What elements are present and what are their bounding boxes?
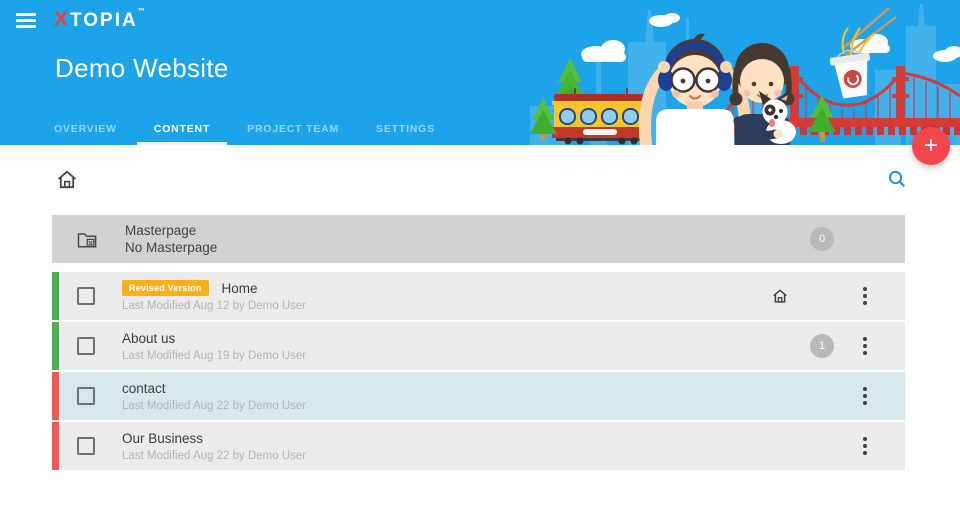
tab-content[interactable]: CONTENT — [136, 118, 228, 145]
status-bar — [52, 322, 59, 370]
row-more-menu-button[interactable] — [857, 383, 873, 409]
masterpage-title: Masterpage — [125, 223, 197, 238]
revised-version-badge: Revised Version — [122, 280, 209, 296]
home-icon — [57, 170, 77, 189]
masterpage-count-badge: 0 — [810, 227, 834, 251]
page-row-subtitle: Last Modified Aug 22 by Demo User — [122, 399, 307, 412]
page-list: M Masterpage No Masterpage 0 Revised Ver… — [52, 215, 905, 472]
add-page-fab[interactable]: + — [912, 127, 950, 165]
svg-text:M: M — [89, 239, 93, 244]
page-row-title: Our Business — [122, 430, 204, 446]
status-bar — [52, 272, 59, 320]
page-title: Demo Website — [55, 53, 229, 83]
page-row-subtitle: Last Modified Aug 22 by Demo User — [122, 449, 307, 462]
page-row-home[interactable]: Revised Version Home Last Modified Aug 1… — [52, 272, 905, 320]
trademark-symbol: ™ — [137, 8, 145, 15]
hamburger-menu-icon[interactable] — [16, 13, 36, 28]
masterpage-row[interactable]: M Masterpage No Masterpage 0 — [52, 215, 905, 263]
homepage-marker-home-icon — [771, 287, 789, 306]
subpage-count-badge: 1 — [810, 334, 834, 358]
masterpage-subtitle: No Masterpage — [125, 240, 218, 255]
row-more-menu-button[interactable] — [857, 283, 873, 309]
status-bar — [52, 372, 59, 420]
row-checkbox[interactable] — [77, 337, 95, 355]
logo-x: X — [54, 8, 71, 31]
search-icon — [888, 170, 905, 187]
row-checkbox[interactable] — [77, 287, 95, 305]
app-logo: XTOPIA™ — [54, 8, 145, 32]
row-more-menu-button[interactable] — [857, 333, 873, 359]
tab-bar: OVERVIEW CONTENT PROJECT TEAM SETTINGS — [37, 118, 452, 145]
plus-icon: + — [923, 132, 938, 159]
girl-illustration — [729, 43, 796, 145]
search-button[interactable] — [887, 169, 907, 194]
status-bar — [52, 422, 59, 470]
app-header: XTOPIA™ Demo Website OVERVIEW CONTENT PR… — [0, 0, 960, 145]
logo-name: TOPIA — [70, 10, 138, 31]
trolley-illustration — [552, 88, 650, 145]
breadcrumb-home-button[interactable] — [55, 167, 79, 198]
page-row-contact[interactable]: contact Last Modified Aug 22 by Demo Use… — [52, 372, 905, 420]
page-row-subtitle: Last Modified Aug 12 by Demo User — [122, 300, 307, 312]
page-row-title: contact — [122, 380, 166, 396]
row-checkbox[interactable] — [77, 387, 95, 405]
row-more-menu-button[interactable] — [857, 433, 873, 459]
tab-project-team[interactable]: PROJECT TEAM — [230, 118, 356, 145]
page-row-about-us[interactable]: About us Last Modified Aug 19 by Demo Us… — [52, 322, 905, 370]
content-area: M Masterpage No Masterpage 0 Revised Ver… — [0, 145, 960, 523]
page-row-title: Home — [221, 280, 258, 296]
page-row-our-business[interactable]: Our Business Last Modified Aug 22 by Dem… — [52, 422, 905, 470]
tab-overview[interactable]: OVERVIEW — [37, 118, 134, 145]
tab-settings[interactable]: SETTINGS — [359, 118, 452, 145]
page-row-title: About us — [122, 330, 176, 346]
row-checkbox[interactable] — [77, 437, 95, 455]
city-illustration — [530, 4, 960, 145]
page-row-subtitle: Last Modified Aug 19 by Demo User — [122, 349, 307, 362]
masterpage-folder-icon: M — [77, 230, 97, 249]
